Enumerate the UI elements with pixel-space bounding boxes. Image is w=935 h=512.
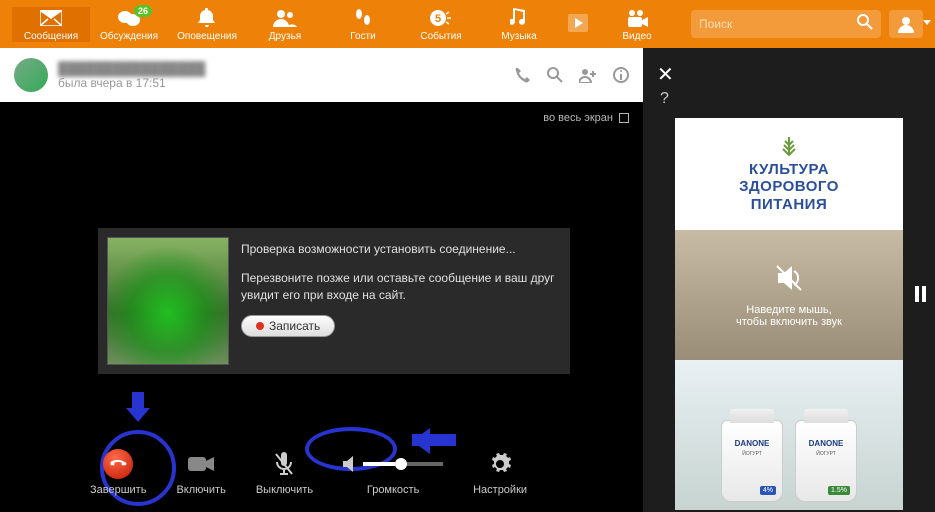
wheat-icon bbox=[778, 135, 800, 157]
fullscreen-button[interactable]: во весь экран bbox=[543, 112, 629, 124]
nav-notifications[interactable]: Оповещения bbox=[168, 7, 246, 42]
nav-play[interactable] bbox=[558, 12, 598, 36]
chat-username[interactable]: ████████████████ bbox=[58, 61, 205, 76]
self-preview bbox=[107, 237, 229, 365]
sound-off-icon bbox=[774, 263, 804, 293]
nav-messages[interactable]: Сообщения bbox=[12, 7, 90, 42]
nav-discussions[interactable]: 26 Обсуждения bbox=[90, 7, 168, 42]
user-avatar[interactable] bbox=[14, 58, 48, 92]
nav-guests[interactable]: Гости bbox=[324, 7, 402, 42]
help-button[interactable]: ? bbox=[660, 90, 669, 108]
ads-column: КУЛЬТУРА ЗДОРОВОГО ПИТАНИЯ Наведите мышь… bbox=[675, 118, 903, 510]
mute-button[interactable]: Выключить bbox=[256, 450, 313, 496]
nav-label: Сообщения bbox=[24, 31, 78, 42]
chat-status: была вчера в 17:51 bbox=[58, 76, 205, 90]
ad-video[interactable]: Наведите мышь, чтобы включить звук bbox=[675, 230, 903, 360]
nav-label: События bbox=[420, 31, 461, 42]
nav-label: Музыка bbox=[501, 31, 536, 42]
top-navigation: Сообщения 26 Обсуждения Оповещения Друзь… bbox=[0, 0, 935, 48]
play-icon bbox=[568, 12, 588, 34]
search-input[interactable] bbox=[699, 17, 857, 31]
ad-danone[interactable]: DANONE ЙОГУРТ 4% DANONE ЙОГУРТ 1.5% bbox=[675, 360, 903, 510]
videocam-icon bbox=[188, 450, 214, 478]
record-button[interactable]: Записать bbox=[241, 315, 335, 337]
callback-message: Перезвоните позже или оставьте сообщение… bbox=[241, 270, 561, 304]
search-box[interactable] bbox=[691, 10, 881, 38]
volume-icon bbox=[343, 450, 443, 478]
call-icon[interactable] bbox=[515, 67, 531, 83]
caret-down-icon bbox=[923, 20, 931, 25]
call-status-box: Проверка возможности установить соединен… bbox=[98, 228, 570, 374]
nav-label: Оповещения bbox=[177, 31, 237, 42]
volume-control[interactable]: Громкость bbox=[343, 450, 443, 496]
close-panel-button[interactable]: ✕ bbox=[657, 62, 674, 87]
five-star-icon: 5 bbox=[430, 7, 452, 29]
nav-label: Видео bbox=[622, 31, 651, 42]
volume-slider[interactable] bbox=[363, 462, 443, 466]
bell-icon bbox=[198, 7, 216, 29]
settings-button[interactable]: Настройки bbox=[473, 450, 527, 496]
envelope-icon bbox=[40, 7, 62, 29]
chat-header: ████████████████ была вчера в 17:51 bbox=[0, 48, 643, 102]
enable-video-button[interactable]: Включить bbox=[176, 450, 225, 496]
nav-friends[interactable]: Друзья bbox=[246, 7, 324, 42]
nav-video[interactable]: Видео bbox=[598, 7, 676, 42]
end-call-button[interactable]: Завершить bbox=[90, 450, 146, 496]
people-icon bbox=[273, 7, 297, 29]
nav-events[interactable]: 5 События bbox=[402, 7, 480, 42]
info-icon[interactable] bbox=[613, 67, 629, 83]
search-chat-icon[interactable] bbox=[547, 67, 563, 83]
product-jar: DANONE ЙОГУРТ 1.5% bbox=[795, 420, 857, 502]
add-user-icon[interactable] bbox=[579, 67, 597, 83]
svg-text:5: 5 bbox=[435, 13, 441, 25]
mic-off-icon bbox=[274, 450, 294, 478]
nav-label: Друзья bbox=[269, 31, 301, 42]
side-panel: ✕ ? КУЛЬТУРА ЗДОРОВОГО ПИТАНИЯ Наведите … bbox=[643, 48, 935, 512]
nav-music[interactable]: Музыка bbox=[480, 7, 558, 42]
pause-icon[interactable] bbox=[915, 286, 929, 302]
camera-icon bbox=[626, 7, 648, 29]
product-jar: DANONE ЙОГУРТ 4% bbox=[721, 420, 783, 502]
record-dot-icon bbox=[256, 322, 264, 330]
annotation-arrow-down bbox=[126, 392, 150, 422]
gear-icon bbox=[489, 450, 511, 478]
profile-menu[interactable] bbox=[889, 10, 923, 38]
video-call-area: во весь экран Проверка возможности устан… bbox=[0, 102, 643, 512]
hangup-icon bbox=[103, 449, 133, 479]
footsteps-icon bbox=[353, 7, 373, 29]
ad-culture[interactable]: КУЛЬТУРА ЗДОРОВОГО ПИТАНИЯ bbox=[675, 118, 903, 230]
discussions-badge: 26 bbox=[134, 5, 152, 17]
connection-status: Проверка возможности установить соединен… bbox=[241, 241, 561, 258]
call-controls: Завершить Включить Выключить Громкость Н… bbox=[0, 434, 643, 512]
fullscreen-icon bbox=[619, 113, 629, 123]
music-note-icon bbox=[510, 7, 528, 29]
search-icon[interactable] bbox=[857, 14, 873, 35]
nav-label: Гости bbox=[350, 31, 375, 42]
nav-label: Обсуждения bbox=[100, 31, 158, 42]
user-icon bbox=[897, 15, 915, 33]
